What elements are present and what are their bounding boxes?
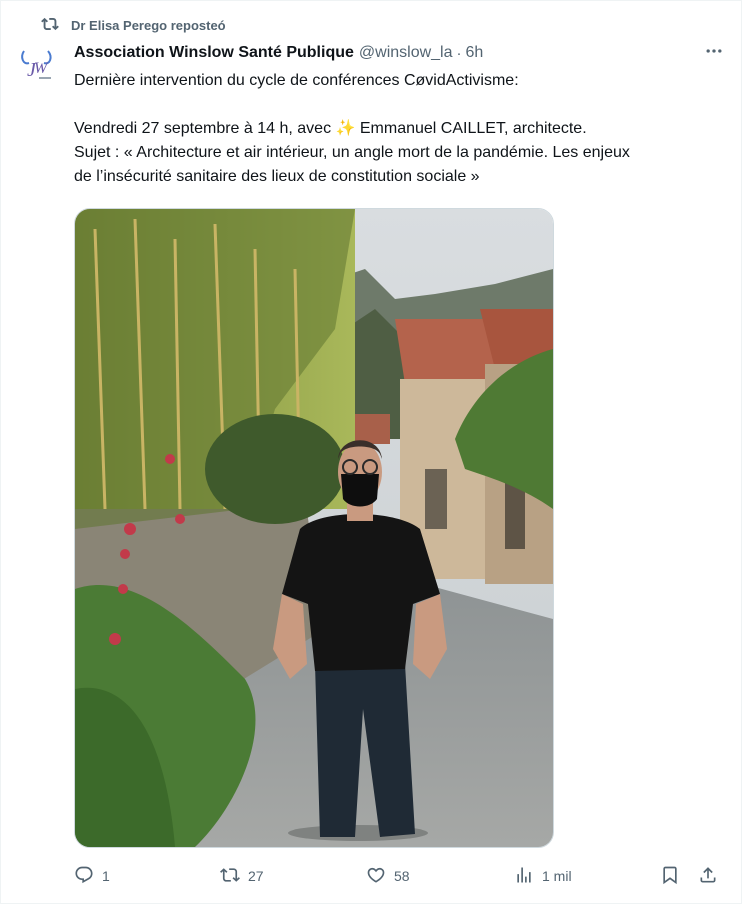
post-line: Sujet : « Architecture et air intérieur,… — [74, 144, 630, 161]
post-line: Vendredi 27 septembre à 14 h, avec ✨ Emm… — [74, 117, 734, 141]
repost-label: Dr Elisa Perego reposteó — [71, 17, 226, 33]
like-button[interactable]: 58 — [366, 865, 410, 888]
repost-icon — [41, 15, 59, 36]
post-line: de l’insécurité sanitaire des lieux de c… — [74, 168, 480, 185]
bar-chart-icon — [514, 865, 534, 888]
avatar[interactable]: J W — [15, 43, 59, 87]
author-handle[interactable]: @winslow_la — [359, 44, 453, 62]
repost-icon — [220, 865, 240, 888]
svg-text:W: W — [34, 60, 49, 77]
bookmark-icon — [660, 865, 680, 888]
post-text: Dernière intervention du cycle de confér… — [74, 69, 734, 189]
more-options-button[interactable] — [697, 41, 731, 65]
reply-button[interactable]: 1 — [74, 865, 110, 888]
like-count: 58 — [394, 868, 410, 884]
separator: · — [456, 44, 462, 62]
share-button[interactable] — [698, 865, 718, 888]
reply-count: 1 — [102, 868, 110, 884]
repost-count: 27 — [248, 868, 264, 884]
post-time[interactable]: 6h — [466, 44, 484, 62]
reply-icon — [74, 865, 94, 888]
repost-button[interactable]: 27 — [220, 865, 264, 888]
post-photo[interactable] — [74, 208, 554, 848]
repost-indicator[interactable]: Dr Elisa Perego reposteó — [41, 15, 226, 35]
heart-icon — [366, 865, 386, 888]
views-button[interactable]: 1 mil — [514, 865, 572, 888]
post-card[interactable]: Dr Elisa Perego reposteó J W Association… — [0, 0, 742, 904]
sparkle-emoji: ✨ — [335, 120, 356, 137]
post-line: Dernière intervention du cycle de confér… — [74, 72, 519, 89]
bookmark-button[interactable] — [660, 865, 680, 888]
post-header: Association Winslow Santé Publique @wins… — [74, 42, 725, 64]
views-count: 1 mil — [542, 868, 572, 884]
post-line-text: Emmanuel CAILLET, architecte. — [355, 120, 587, 137]
action-bar: 1 27 58 1 mil — [74, 861, 728, 891]
post-line-text: Vendredi 27 septembre à 14 h, avec — [74, 120, 336, 137]
more-icon — [704, 41, 724, 66]
share-icon — [698, 865, 718, 888]
author-name[interactable]: Association Winslow Santé Publique — [74, 44, 354, 62]
